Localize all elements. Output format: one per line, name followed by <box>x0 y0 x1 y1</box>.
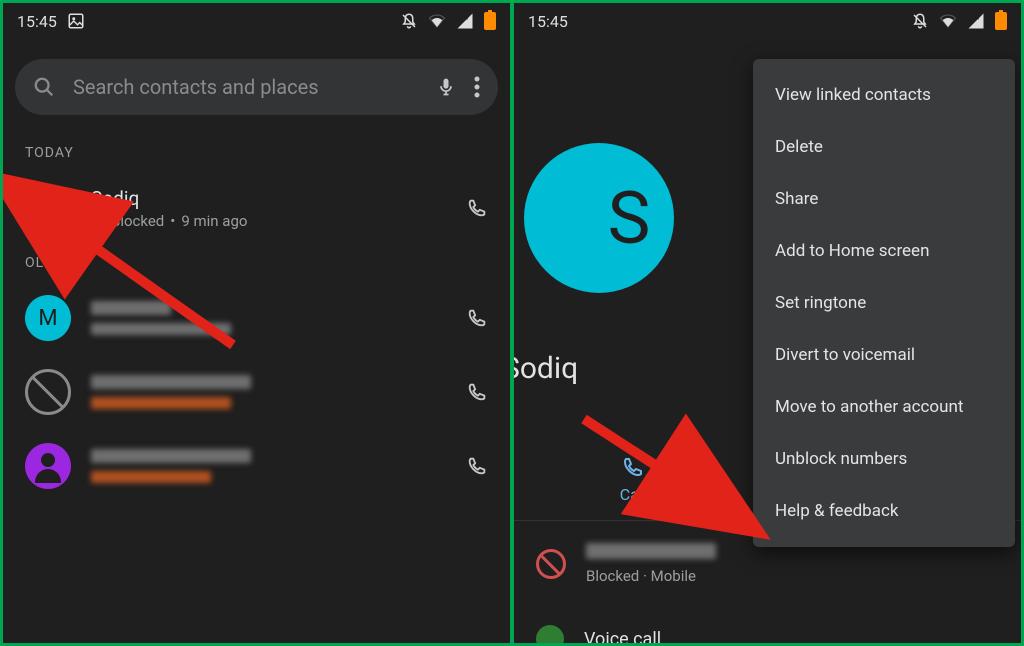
section-today: TODAY <box>3 141 510 175</box>
status-bar: 15:45 × <box>3 3 510 39</box>
signal-icon: × <box>967 12 985 30</box>
status-time: 15:45 <box>528 12 568 31</box>
more-icon[interactable] <box>474 76 480 98</box>
blocked-avatar-icon <box>25 185 71 231</box>
redacted-number <box>586 543 716 559</box>
blocked-avatar-icon <box>25 369 71 415</box>
menu-help[interactable]: Help & feedback <box>753 485 1015 537</box>
menu-delete[interactable]: Delete <box>753 121 1015 173</box>
call-button-icon[interactable] <box>466 381 488 403</box>
letter-avatar: M <box>25 295 71 341</box>
voice-call-label: Voice call <box>584 629 661 644</box>
redacted-sub <box>91 471 211 483</box>
call-row[interactable] <box>3 433 510 499</box>
call-button-icon[interactable] <box>466 307 488 329</box>
incoming-blocked-icon <box>91 214 105 228</box>
svg-text:×: × <box>464 13 469 23</box>
menu-divert-voicemail[interactable]: Divert to voicemail <box>753 329 1015 381</box>
menu-move-account[interactable]: Move to another account <box>753 381 1015 433</box>
voice-call-row[interactable]: Voice call <box>514 617 1021 643</box>
person-avatar-icon <box>25 443 71 489</box>
search-placeholder: Search contacts and places <box>73 75 418 99</box>
overflow-menu: View linked contacts Delete Share Add to… <box>753 59 1015 547</box>
call-action[interactable]: Call <box>524 439 743 520</box>
dnd-icon <box>911 12 929 30</box>
wifi-icon <box>428 12 446 30</box>
redacted-sub <box>91 397 231 409</box>
redacted-name <box>91 375 251 389</box>
svg-text:×: × <box>975 13 980 23</box>
dnd-icon <box>400 12 418 30</box>
battery-icon <box>484 12 496 30</box>
call-subtitle: Blocked • 9 min ago <box>91 212 446 230</box>
status-bar: 15:45 × <box>514 3 1021 39</box>
call-button-icon[interactable] <box>466 455 488 477</box>
number-subtitle: Blocked · Mobile <box>586 567 999 585</box>
contact-detail-screen: 15:45 × S Sodiq Call <box>514 3 1021 643</box>
menu-unblock[interactable]: Unblock numbers <box>753 433 1015 485</box>
call-row-blocked[interactable]: Sodiq Blocked • 9 min ago <box>3 175 510 241</box>
battery-icon <box>995 12 1007 30</box>
menu-view-linked[interactable]: View linked contacts <box>753 69 1015 121</box>
search-icon <box>33 76 55 98</box>
redacted-name <box>91 301 171 315</box>
call-button-icon[interactable] <box>466 197 488 219</box>
menu-add-home[interactable]: Add to Home screen <box>753 225 1015 277</box>
menu-share[interactable]: Share <box>753 173 1015 225</box>
call-name: Sodiq <box>91 187 446 210</box>
voice-call-icon <box>536 625 564 643</box>
menu-set-ringtone[interactable]: Set ringtone <box>753 277 1015 329</box>
section-older: OLDER <box>3 251 510 285</box>
blocked-icon <box>536 549 566 579</box>
status-time: 15:45 <box>17 12 57 31</box>
wifi-icon <box>939 12 957 30</box>
image-icon <box>67 12 85 30</box>
call-row[interactable] <box>3 359 510 425</box>
call-row[interactable]: M <box>3 285 510 351</box>
recents-screen: 15:45 × Search <box>3 3 510 643</box>
redacted-sub <box>91 323 231 335</box>
signal-icon: × <box>456 12 474 30</box>
mic-icon[interactable] <box>436 75 456 99</box>
contact-name: Sodiq <box>514 351 578 386</box>
phone-icon <box>621 455 645 479</box>
redacted-name <box>91 449 251 463</box>
contact-avatar: S <box>524 143 674 293</box>
search-bar[interactable]: Search contacts and places <box>15 59 498 115</box>
